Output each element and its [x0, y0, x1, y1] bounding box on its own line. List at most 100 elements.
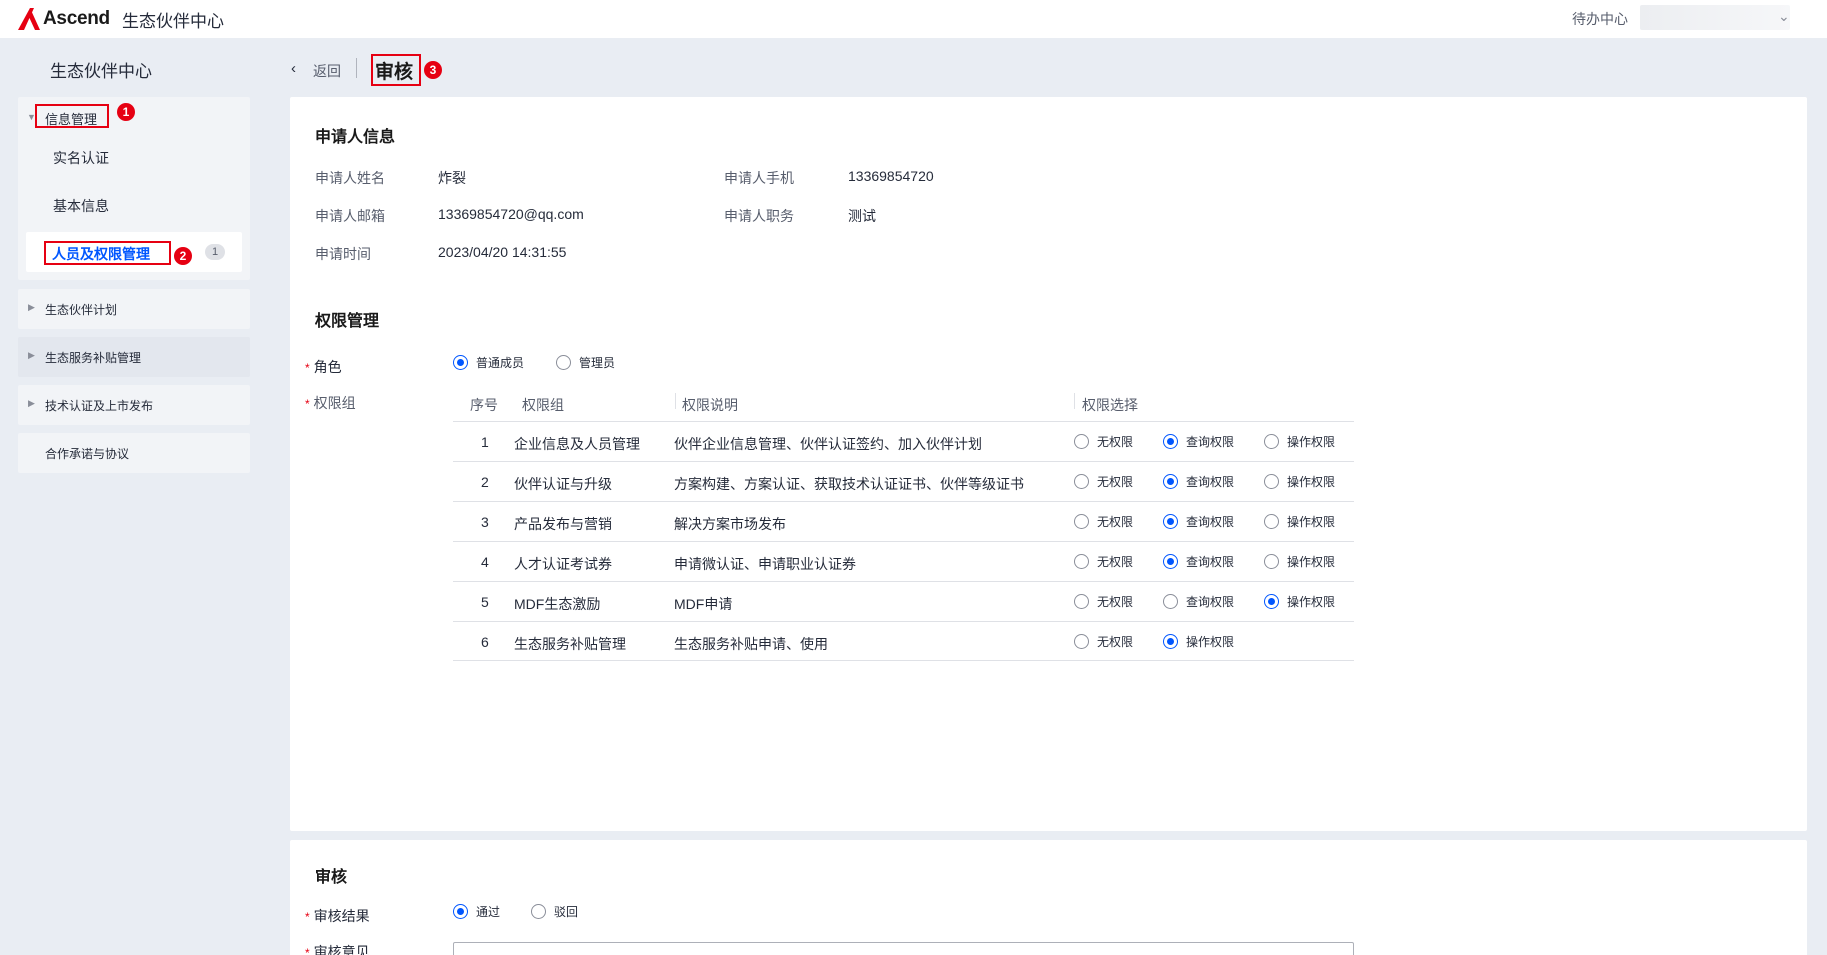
cell-group: 企业信息及人员管理 — [514, 436, 640, 452]
radio-unchecked-icon — [1074, 594, 1089, 609]
ascend-logo-icon — [18, 8, 40, 30]
radio-unchecked-icon — [531, 904, 546, 919]
permission-radio-option[interactable]: 查询权限 — [1163, 433, 1234, 450]
column-divider — [1074, 393, 1075, 409]
applicant-name-label: 申请人姓名 — [315, 170, 385, 186]
user-account-menu[interactable] — [1640, 5, 1790, 30]
cell-group: MDF生态激励 — [514, 596, 601, 612]
sidebar-group-label: 合作承诺与协议 — [45, 447, 130, 461]
ascend-logo[interactable]: Ascend — [16, 6, 110, 32]
apply-time-value: 2023/04/20 14:31:55 — [438, 244, 567, 260]
review-section-title: 审核 — [315, 869, 348, 886]
permission-radio-option[interactable]: 无权限 — [1074, 593, 1133, 610]
applicant-position-value: 测试 — [848, 208, 876, 224]
radio-unchecked-icon — [1264, 474, 1279, 489]
cell-group: 产品发布与营销 — [514, 516, 612, 532]
annotation-box-2 — [44, 241, 171, 265]
radio-unchecked-icon — [1264, 434, 1279, 449]
role-label: * 角色 — [305, 359, 342, 375]
table-row: 5 MDF生态激励 MDF申请 无权限 查询权限 操作权限 — [453, 581, 1354, 621]
apply-time-label: 申请时间 — [315, 246, 371, 262]
cell-desc: 申请微认证、申请职业认证券 — [674, 556, 856, 572]
permission-radio-option[interactable]: 操作权限 — [1264, 553, 1335, 570]
cell-desc: 解决方案市场发布 — [674, 516, 786, 532]
annotation-number-3: 3 — [424, 61, 442, 79]
applicant-position-label: 申请人职务 — [724, 208, 794, 224]
permission-radio-option[interactable]: 查询权限 — [1163, 553, 1234, 570]
radio-unchecked-icon — [1074, 554, 1089, 569]
back-link[interactable]: 返回 — [313, 61, 341, 81]
column-header-desc: 权限说明 — [682, 397, 738, 413]
radio-checked-icon — [1264, 594, 1279, 609]
column-header-group: 权限组 — [522, 397, 564, 413]
annotation-number-1: 1 — [117, 103, 135, 121]
annotation-box-1 — [35, 104, 109, 128]
review-radio-pass[interactable]: 通过 — [453, 903, 500, 920]
sidebar-group-tech-cert[interactable]: ▶ 技术认证及上市发布 — [18, 385, 250, 425]
applicant-email-value: 13369854720@qq.com — [438, 206, 584, 222]
permission-radio-option[interactable]: 无权限 — [1074, 513, 1133, 530]
cell-index: 6 — [481, 634, 489, 650]
sidebar-item-real-name[interactable]: 实名认证 — [53, 148, 109, 168]
caret-right-icon: ▶ — [28, 302, 35, 312]
chevron-down-icon[interactable]: ⌄ — [1778, 8, 1790, 25]
permission-radio-option[interactable]: 查询权限 — [1163, 593, 1234, 610]
cell-desc: 伙伴企业信息管理、伙伴认证签约、加入伙伴计划 — [674, 436, 982, 452]
back-arrow-icon[interactable]: ‹ — [291, 60, 296, 77]
logo-text: Ascend — [43, 8, 110, 29]
table-row: 6 生态服务补贴管理 生态服务补贴申请、使用 无权限 操作权限 — [453, 621, 1354, 661]
cell-index: 4 — [481, 554, 489, 570]
applicant-section-title: 申请人信息 — [315, 129, 396, 146]
column-header-index: 序号 — [470, 397, 498, 413]
sidebar-group-label: 生态服务补贴管理 — [45, 351, 142, 365]
radio-unchecked-icon — [1074, 634, 1089, 649]
column-divider — [675, 393, 676, 409]
applicant-phone-value: 13369854720 — [848, 168, 934, 184]
todo-center-link[interactable]: 待办中心 — [1572, 9, 1628, 29]
permission-radio-option[interactable]: 操作权限 — [1264, 473, 1335, 490]
radio-unchecked-icon — [1264, 554, 1279, 569]
sidebar-group-service-subsidy[interactable]: ▶ 生态服务补贴管理 — [18, 337, 250, 377]
permission-radio-option[interactable]: 操作权限 — [1264, 513, 1335, 530]
applicant-phone-label: 申请人手机 — [724, 170, 794, 186]
radio-unchecked-icon — [556, 355, 571, 370]
review-card — [290, 840, 1807, 955]
cell-index: 5 — [481, 594, 489, 610]
app-title[interactable]: 生态伙伴中心 — [122, 7, 224, 32]
permission-radio-option[interactable]: 操作权限 — [1264, 593, 1335, 610]
permission-radio-option[interactable]: 查询权限 — [1163, 473, 1234, 490]
cell-group: 生态服务补贴管理 — [514, 636, 626, 652]
permission-radio-option[interactable]: 无权限 — [1074, 473, 1133, 490]
annotation-box-3 — [371, 54, 421, 86]
sidebar-group-label: 生态伙伴计划 — [45, 303, 118, 317]
caret-right-icon: ▶ — [28, 398, 35, 408]
permission-radio-option[interactable]: 操作权限 — [1264, 433, 1335, 450]
permissions-section-title: 权限管理 — [315, 313, 380, 330]
cell-group: 伙伴认证与升级 — [514, 476, 612, 492]
applicant-email-label: 申请人邮箱 — [315, 208, 385, 224]
column-header-choice: 权限选择 — [1082, 397, 1138, 413]
permission-radio-option[interactable]: 操作权限 — [1163, 633, 1234, 650]
radio-checked-icon — [1163, 434, 1178, 449]
review-opinion-textarea[interactable] — [453, 942, 1354, 955]
review-radio-reject[interactable]: 驳回 — [531, 903, 578, 920]
table-row: 2 伙伴认证与升级 方案构建、方案认证、获取技术认证证书、伙伴等级证书 无权限 查询权限… — [453, 461, 1354, 501]
permission-radio-option[interactable]: 无权限 — [1074, 553, 1133, 570]
top-bar: Ascend 生态伙伴中心 待办中心 ⌄ — [0, 0, 1827, 38]
applicant-name-value: 炸裂 — [438, 170, 466, 186]
role-radio-admin[interactable]: 管理员 — [556, 354, 615, 371]
radio-unchecked-icon — [1264, 514, 1279, 529]
cell-index: 2 — [481, 474, 489, 490]
sidebar-group-agreements[interactable]: 合作承诺与协议 — [18, 433, 250, 473]
permission-radio-option[interactable]: 无权限 — [1074, 633, 1133, 650]
permission-radio-option[interactable]: 无权限 — [1074, 433, 1133, 450]
role-radio-member[interactable]: 普通成员 — [453, 354, 524, 371]
table-row: 4 人才认证考试券 申请微认证、申请职业认证券 无权限 查询权限 操作权限 — [453, 541, 1354, 581]
radio-unchecked-icon — [1074, 434, 1089, 449]
cell-desc: 方案构建、方案认证、获取技术认证证书、伙伴等级证书 — [674, 476, 1024, 492]
sidebar-item-basic-info[interactable]: 基本信息 — [53, 196, 109, 216]
permission-radio-option[interactable]: 查询权限 — [1163, 513, 1234, 530]
sidebar-group-partner-plan[interactable]: ▶ 生态伙伴计划 — [18, 289, 250, 329]
sidebar-group-label: 技术认证及上市发布 — [45, 399, 154, 413]
table-row: 1 企业信息及人员管理 伙伴企业信息管理、伙伴认证签约、加入伙伴计划 无权限 查询权限 操… — [453, 421, 1354, 461]
